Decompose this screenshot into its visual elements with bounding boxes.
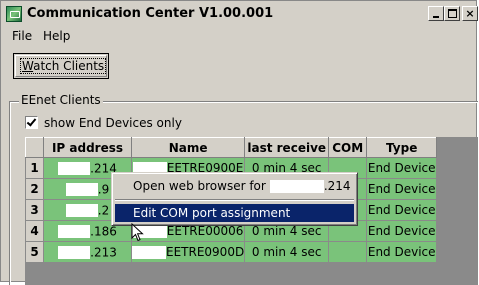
column-header-name[interactable]: Name — [130, 137, 246, 158]
type-cell[interactable]: End Device — [366, 157, 438, 179]
watch-clients-label: Watch Clients — [20, 58, 107, 74]
maximize-button[interactable] — [444, 6, 460, 21]
communication-center-window: Communication Center V1.00.001 × File He… — [0, 0, 478, 285]
column-header-type[interactable]: Type — [366, 137, 438, 158]
group-label: EEnet Clients — [19, 93, 103, 107]
close-button[interactable]: × — [462, 6, 478, 21]
show-end-devices-checkbox[interactable] — [25, 116, 38, 129]
title-bar[interactable]: Communication Center V1.00.001 × — [3, 3, 478, 25]
context-menu-separator — [115, 199, 354, 201]
show-end-devices-label[interactable]: show End Devices only — [44, 116, 182, 130]
table-row[interactable]: 5 .213 EETRE0900D 0 min 4 sec End Device — [25, 241, 438, 263]
type-cell[interactable]: End Device — [366, 199, 438, 221]
name-cell[interactable]: EETRE0900D — [130, 241, 246, 263]
type-cell[interactable]: End Device — [366, 178, 438, 200]
menu-file[interactable]: File — [12, 29, 32, 43]
context-menu: Open web browser for .214 Edit COM port a… — [111, 172, 358, 226]
mouse-cursor-icon — [131, 223, 144, 242]
last-receive-cell[interactable]: 0 min 4 sec — [244, 241, 330, 263]
context-menu-open-browser[interactable]: Open web browser for .214 — [115, 177, 354, 195]
column-header-last-receive[interactable]: last receive — [244, 137, 330, 158]
close-icon: × — [465, 7, 475, 20]
context-menu-edit-com-port[interactable]: Edit COM port assignment — [115, 204, 354, 222]
row-number[interactable]: 3 — [25, 199, 44, 221]
type-cell[interactable]: End Device — [366, 241, 438, 263]
table-header-row: IP address Name last receive COM Type — [25, 137, 438, 158]
app-icon — [6, 6, 22, 22]
menu-help[interactable]: Help — [43, 29, 70, 43]
row-number[interactable]: 4 — [25, 220, 44, 242]
com-cell[interactable] — [328, 241, 368, 263]
column-header-ip[interactable]: IP address — [43, 137, 132, 158]
minimize-button[interactable] — [428, 6, 444, 21]
row-number[interactable]: 1 — [25, 157, 44, 179]
column-header-com[interactable]: COM — [328, 137, 368, 158]
watch-clients-button[interactable]: Watch Clients — [13, 53, 109, 79]
ip-cell[interactable]: .213 — [43, 241, 132, 263]
row-number[interactable]: 5 — [25, 241, 44, 263]
corner-header — [25, 137, 44, 158]
row-number[interactable]: 2 — [25, 178, 44, 200]
window-title: Communication Center V1.00.001 — [27, 6, 274, 21]
type-cell[interactable]: End Device — [366, 220, 438, 242]
